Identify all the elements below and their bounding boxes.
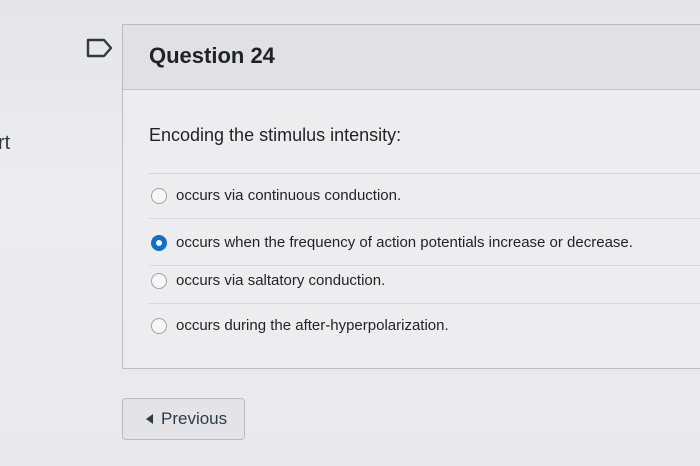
previous-button-label: Previous [161,409,228,428]
caret-left-icon [146,414,153,424]
radio-button[interactable] [151,188,167,204]
radio-button-selected[interactable] [151,235,167,251]
question-divider [149,173,700,174]
answer-label: occurs during the after-hyperpolarizatio… [176,317,449,334]
answer-option-4[interactable]: occurs during the after-hyperpolarizatio… [149,305,700,349]
bookmark-flag-icon[interactable] [86,38,114,58]
answer-label: occurs via saltatory conduction. [176,272,386,289]
sidebar-partial-text: rt [0,132,11,154]
question-card: Question 24 Encoding the stimulus intens… [122,24,700,369]
answer-option-3[interactable]: occurs via saltatory conduction. [149,260,700,304]
answer-label: occurs when the frequency of action pote… [176,234,633,251]
answer-label: occurs via continuous conduction. [176,187,402,204]
answer-option-1[interactable]: occurs via continuous conduction. [149,175,700,219]
radio-button[interactable] [151,318,167,334]
radio-button[interactable] [151,273,167,289]
previous-button[interactable]: Previous [122,398,245,440]
question-header: Question 24 [123,25,700,90]
question-text: Encoding the stimulus intensity: [149,125,402,145]
question-title: Question 24 [149,43,275,68]
